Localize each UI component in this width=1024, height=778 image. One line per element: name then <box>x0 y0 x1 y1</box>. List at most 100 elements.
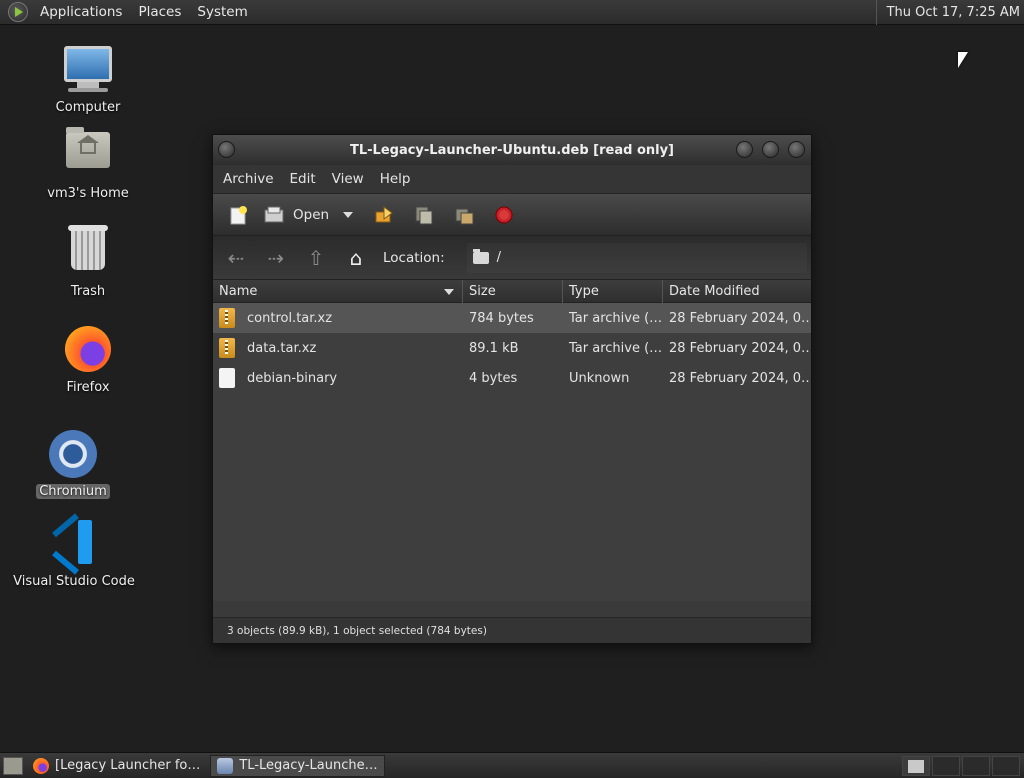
workspace-3[interactable] <box>962 756 990 776</box>
file-date: 28 February 2024, 0… <box>669 370 811 386</box>
desktop-icon-home[interactable]: vm3's Home <box>23 126 153 201</box>
show-desktop-icon[interactable] <box>3 756 23 775</box>
desktop-icon-label: Computer <box>55 100 121 115</box>
mouse-cursor-icon <box>958 52 968 68</box>
distro-logo-icon[interactable] <box>8 2 28 22</box>
stop-button[interactable] <box>489 201 519 229</box>
desktop-icon-label: Visual Studio Code <box>13 574 135 589</box>
archive-manager-window: TL-Legacy-Launcher-Ubuntu.deb [read only… <box>212 134 812 644</box>
file-type: Tar archive (… <box>569 340 663 356</box>
menu-help[interactable]: Help <box>372 171 419 187</box>
file-size: 784 bytes <box>469 310 534 326</box>
firefox-icon <box>33 757 49 774</box>
clock[interactable]: Thu Oct 17, 7:25 AM <box>875 0 1020 25</box>
extract-button[interactable] <box>369 201 399 229</box>
column-header-size[interactable]: Size <box>463 280 563 304</box>
extract-icon <box>375 205 393 222</box>
column-header-date[interactable]: Date Modified <box>663 280 811 304</box>
close-button[interactable] <box>788 141 805 158</box>
taskbar-item-firefox[interactable]: [Legacy Launcher fo… <box>27 755 206 777</box>
menu-places[interactable]: Places <box>130 4 189 20</box>
new-archive-icon <box>230 205 247 224</box>
desktop-icon-label: Firefox <box>66 380 110 395</box>
file-row[interactable]: data.tar.xz 89.1 kB Tar archive (… 28 Fe… <box>213 333 811 363</box>
menu-archive[interactable]: Archive <box>215 171 282 187</box>
file-size: 4 bytes <box>469 370 518 386</box>
archive-icon <box>219 308 235 328</box>
maximize-button[interactable] <box>762 141 779 158</box>
desktop-icon-computer[interactable]: Computer <box>23 46 153 115</box>
sort-descending-icon <box>444 289 454 295</box>
desktop-icon-chromium[interactable]: Chromium <box>8 430 138 499</box>
column-header-name[interactable]: Name <box>213 280 463 304</box>
add-folder-icon <box>455 208 474 224</box>
file-size: 89.1 kB <box>469 340 519 356</box>
desktop-icon-vscode[interactable]: Visual Studio Code <box>9 513 139 589</box>
menu-system[interactable]: System <box>189 4 255 20</box>
top-panel: Applications Places System Thu Oct 17, 7… <box>0 0 1024 25</box>
workspace-switcher <box>900 756 1020 776</box>
file-name: debian-binary <box>247 370 338 386</box>
open-archive-icon <box>264 206 284 222</box>
archive-manager-icon <box>217 757 234 774</box>
column-header-type[interactable]: Type <box>563 280 663 304</box>
window-menubar: Archive Edit View Help <box>213 165 811 193</box>
taskbar-item-label: [Legacy Launcher fo… <box>55 758 201 773</box>
back-arrow-icon[interactable]: ⇠ <box>223 246 249 270</box>
window-toolbar: Open <box>213 193 811 235</box>
up-arrow-icon[interactable]: ⇧ <box>303 246 329 270</box>
window-title: TL-Legacy-Launcher-Ubuntu.deb [read only… <box>349 142 675 158</box>
workspace-1[interactable] <box>902 756 930 776</box>
archive-icon <box>219 338 235 358</box>
add-folder-button[interactable] <box>449 201 479 229</box>
desktop-icon-firefox[interactable]: Firefox <box>23 326 153 395</box>
desktop-icon-trash[interactable]: Trash <box>23 225 153 299</box>
location-path: / <box>496 250 502 265</box>
home-folder-icon <box>63 127 113 182</box>
file-type: Unknown <box>569 370 630 386</box>
stop-icon <box>495 206 513 223</box>
file-list-header: Name Size Type Date Modified <box>213 279 811 304</box>
menu-edit[interactable]: Edit <box>282 171 324 187</box>
file-date: 28 February 2024, 0… <box>669 340 811 356</box>
menu-view[interactable]: View <box>324 171 372 187</box>
trash-icon <box>63 225 113 280</box>
file-icon <box>219 368 235 388</box>
firefox-icon <box>63 326 113 376</box>
workspace-2[interactable] <box>932 756 960 776</box>
file-row[interactable]: control.tar.xz 784 bytes Tar archive (… … <box>213 303 811 333</box>
add-files-button[interactable] <box>409 201 439 229</box>
location-bar: ⇠ ⇢ ⇧ ⌂ Location: / <box>213 235 811 279</box>
file-row[interactable]: debian-binary 4 bytes Unknown 28 Februar… <box>213 363 811 393</box>
desktop-icon-label: Trash <box>70 284 106 299</box>
taskbar-item-archive-manager[interactable]: TL-Legacy-Launche… <box>210 754 385 777</box>
new-archive-button[interactable] <box>223 201 253 229</box>
forward-arrow-icon[interactable]: ⇢ <box>263 246 289 270</box>
desktop-icon-label: Chromium <box>36 484 110 499</box>
open-dropdown-icon[interactable] <box>343 211 354 218</box>
workspace-4[interactable] <box>992 756 1020 776</box>
menu-applications[interactable]: Applications <box>32 4 130 20</box>
location-label: Location: <box>383 249 445 266</box>
window-titlebar[interactable]: TL-Legacy-Launcher-Ubuntu.deb [read only… <box>213 135 811 165</box>
computer-icon <box>63 46 113 96</box>
open-button-label: Open <box>293 206 330 223</box>
desktop-icon-label: vm3's Home <box>47 186 129 201</box>
add-files-icon <box>415 206 433 224</box>
location-field[interactable]: / <box>466 242 807 273</box>
file-date: 28 February 2024, 0… <box>669 310 811 326</box>
open-button[interactable]: Open <box>263 206 354 224</box>
file-type: Tar archive (… <box>569 310 663 326</box>
file-list: Name Size Type Date Modified control.tar… <box>213 279 811 601</box>
file-name: control.tar.xz <box>247 310 333 326</box>
status-bar: 3 objects (89.9 kB), 1 object selected (… <box>213 617 811 643</box>
chromium-icon <box>48 430 98 480</box>
minimize-button[interactable] <box>736 141 753 158</box>
taskbar-item-label: TL-Legacy-Launche… <box>239 758 378 773</box>
window-menu-button[interactable] <box>218 141 235 158</box>
home-icon[interactable]: ⌂ <box>343 246 369 270</box>
folder-icon <box>472 248 489 264</box>
vscode-icon <box>49 513 99 575</box>
file-name: data.tar.xz <box>247 340 317 356</box>
bottom-taskbar: [Legacy Launcher fo… TL-Legacy-Launche… <box>0 752 1024 778</box>
